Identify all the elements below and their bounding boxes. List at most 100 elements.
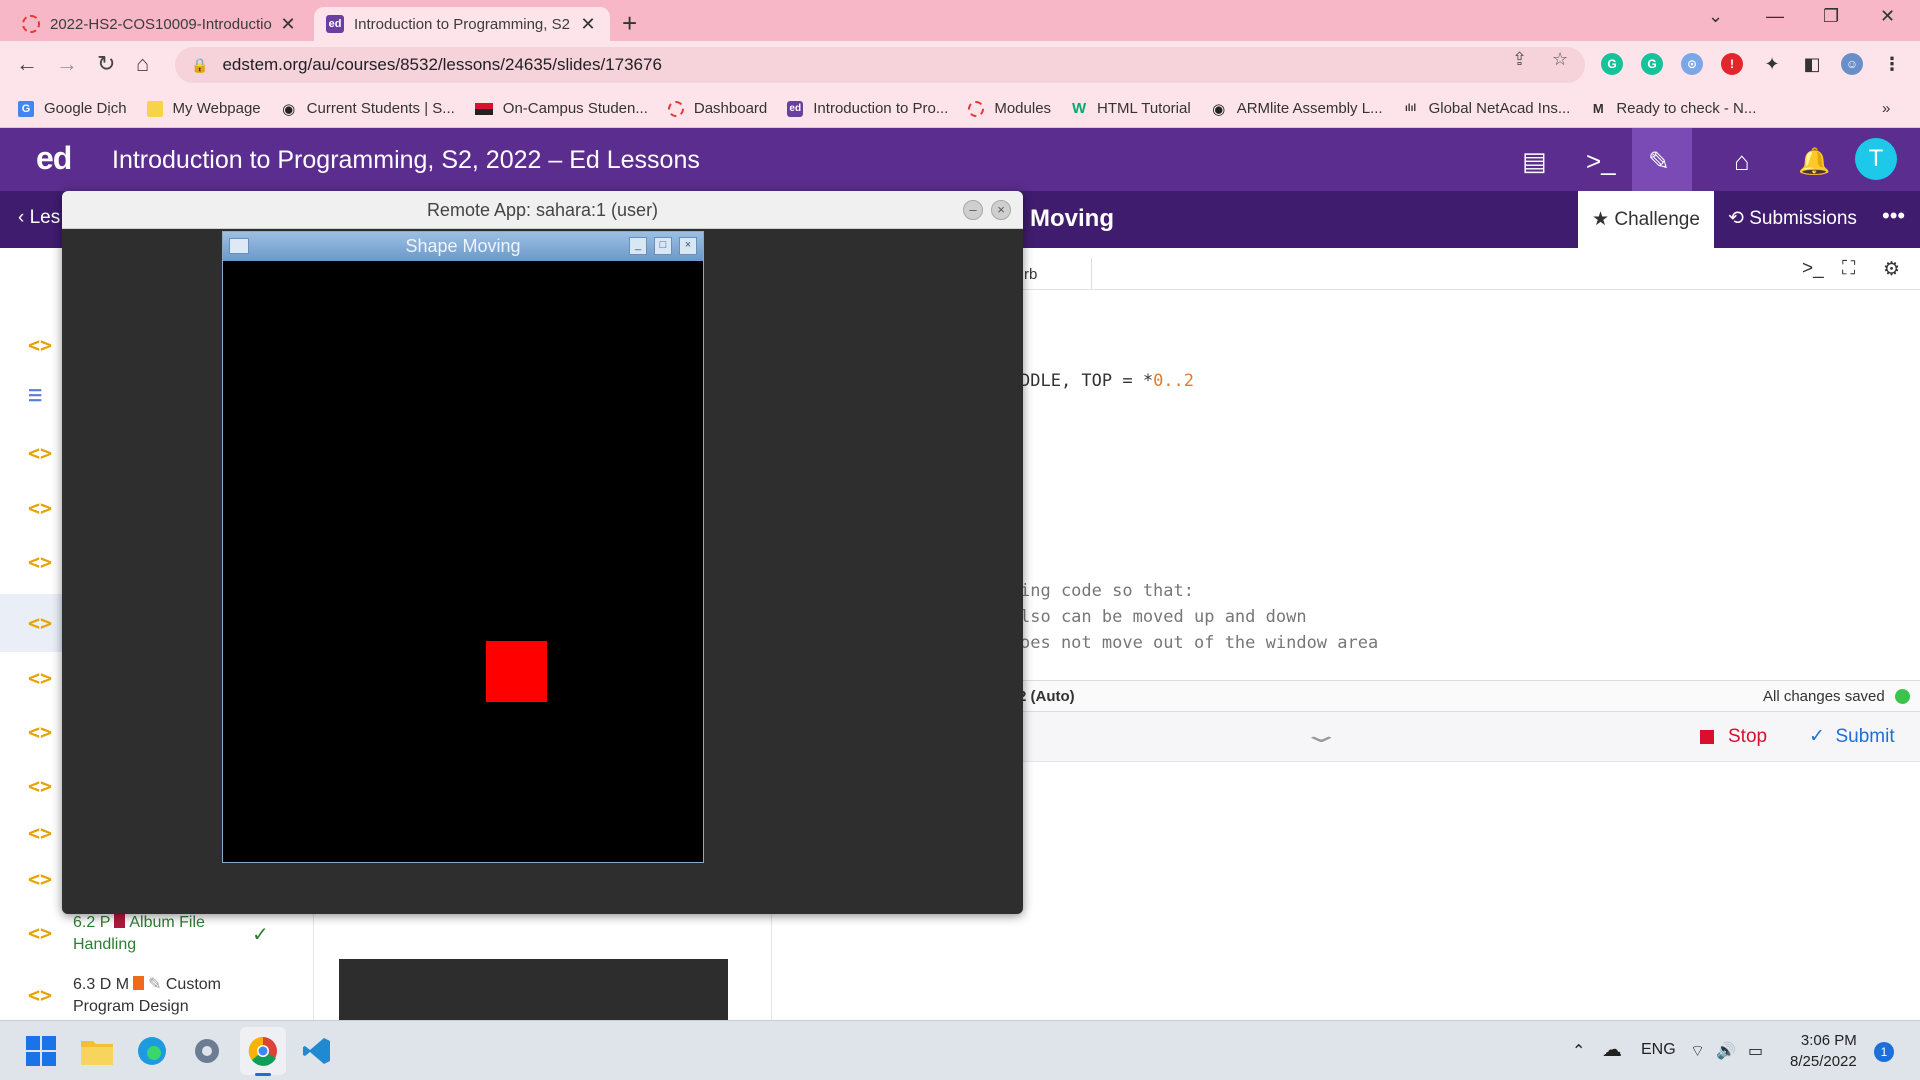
submit-button[interactable]: ✓ Submit xyxy=(1809,725,1895,748)
extension-search-icon[interactable]: ⊙ xyxy=(1681,53,1703,75)
code-slide-icon[interactable]: <> xyxy=(28,496,52,520)
settings-app-icon[interactable] xyxy=(190,1034,224,1068)
windows-start-icon[interactable] xyxy=(24,1034,58,1068)
side-panel-icon[interactable]: ◧ xyxy=(1801,53,1823,75)
shape-maximize-icon[interactable]: □ xyxy=(654,237,672,255)
remote-minimize-icon[interactable]: – xyxy=(963,200,983,220)
bookmark-google-translate[interactable]: G Google Dịch xyxy=(18,100,127,117)
bookmark-modules[interactable]: Modules xyxy=(968,100,1051,117)
input-language[interactable]: ENG xyxy=(1641,1041,1676,1059)
lesson-item-custom-program-design[interactable]: 6.3 D M ✎ Custom Program Design xyxy=(73,974,293,1018)
code-slide-icon[interactable]: <> xyxy=(28,774,52,798)
code-slide-icon[interactable]: <> xyxy=(28,983,52,1007)
lessons-icon[interactable]: ✎ xyxy=(1648,146,1670,177)
reload-icon[interactable]: ↻ xyxy=(97,51,115,77)
user-avatar[interactable]: T xyxy=(1855,138,1897,180)
minimize-window-icon[interactable]: — xyxy=(1766,6,1784,27)
grammarly-alt-icon[interactable]: G xyxy=(1641,53,1663,75)
notification-badge[interactable]: 1 xyxy=(1874,1042,1894,1062)
file-tab[interactable]: rb xyxy=(1012,258,1092,290)
file-explorer-icon[interactable] xyxy=(80,1034,114,1068)
bookmark-on-campus[interactable]: On-Campus Studen... xyxy=(474,100,648,117)
code-slide-icon[interactable]: <> xyxy=(28,666,52,690)
profile-avatar-icon[interactable]: ☺ xyxy=(1841,53,1863,75)
back-to-lessons-link[interactable]: ‹ Les xyxy=(18,207,60,229)
chrome-menu-icon[interactable]: ⋮ xyxy=(1881,53,1903,75)
extensions-puzzle-icon[interactable]: ✦ xyxy=(1761,53,1783,75)
address-bar[interactable]: 🔒 edstem.org/au/courses/8532/lessons/246… xyxy=(175,47,1585,83)
more-bookmarks-icon[interactable]: » xyxy=(1882,100,1890,117)
edge-browser-icon[interactable] xyxy=(135,1034,169,1068)
remote-app-window[interactable]: Remote App: sahara:1 (user) – × Shape Mo… xyxy=(62,191,1023,914)
browser-tab-ed[interactable]: ed Introduction to Programming, S2 ✕ xyxy=(314,7,610,41)
shape-moving-window[interactable]: Shape Moving _ □ × xyxy=(222,231,704,863)
red-square-shape[interactable] xyxy=(486,641,547,702)
shape-window-titlebar[interactable]: Shape Moving _ □ × xyxy=(223,232,703,261)
tab-challenge[interactable]: ★ Challenge xyxy=(1578,191,1714,248)
new-tab-icon[interactable]: + xyxy=(622,8,637,39)
more-options-icon[interactable]: ••• xyxy=(1882,203,1905,229)
wifi-icon[interactable]: ⌔ xyxy=(1690,1041,1705,1061)
notifications-bell-icon[interactable]: 🔔 xyxy=(1798,146,1830,177)
close-tab-icon[interactable]: ✕ xyxy=(278,14,298,35)
terminal-toggle-icon[interactable]: >_ xyxy=(1802,258,1824,280)
code-line[interactable]: DDLE, TOP = *0..2 xyxy=(1020,371,1194,391)
document-slide-icon[interactable]: ☰ xyxy=(28,386,42,405)
lesson-item-album-file-handling[interactable]: 6.2 P Album File Handling xyxy=(73,912,273,956)
share-icon[interactable]: ⇪ xyxy=(1512,49,1527,70)
code-comment-line[interactable]: lso can be moved up and down xyxy=(1020,607,1307,627)
home-icon[interactable]: ⌂ xyxy=(136,51,149,77)
show-hidden-icons-chevron-icon[interactable]: ⌃ xyxy=(1572,1041,1585,1061)
bookmark-current-students[interactable]: ◉ Current Students | S... xyxy=(281,100,455,118)
code-slide-icon[interactable]: <> xyxy=(28,867,52,891)
bookmark-intro-programming[interactable]: ed Introduction to Pro... xyxy=(787,100,948,117)
taskbar-clock[interactable]: 3:06 PM 8/25/2022 xyxy=(1790,1030,1857,1072)
shape-minimize-icon[interactable]: _ xyxy=(629,237,647,255)
code-comment-line[interactable]: oes not move out of the window area xyxy=(1020,633,1378,653)
remote-app-titlebar[interactable]: Remote App: sahara:1 (user) xyxy=(62,191,1023,229)
adblock-icon[interactable]: ! xyxy=(1721,53,1743,75)
bookmark-my-webpage[interactable]: My Webpage xyxy=(146,100,261,117)
close-tab-icon[interactable]: ✕ xyxy=(578,14,598,35)
volume-icon[interactable]: 🔊 xyxy=(1716,1041,1736,1061)
chrome-app-icon[interactable] xyxy=(246,1034,280,1068)
tab-search-chevron-icon[interactable]: ⌄ xyxy=(1708,6,1723,27)
settings-gear-icon[interactable]: ⚙ xyxy=(1883,258,1900,281)
browser-tab-canvas[interactable]: 2022-HS2-COS10009-Introductio ✕ xyxy=(10,7,310,41)
home-nav-icon[interactable]: ⌂ xyxy=(1734,146,1750,177)
code-slide-icon[interactable]: <> xyxy=(28,720,52,744)
forward-icon[interactable]: → xyxy=(56,51,78,77)
code-slide-icon[interactable]: <> xyxy=(28,611,52,635)
grammarly-icon[interactable]: G xyxy=(1601,53,1623,75)
ed-logo[interactable]: ed xyxy=(36,140,72,177)
stop-button[interactable]: Stop xyxy=(1700,726,1767,748)
back-icon[interactable]: ← xyxy=(16,51,38,77)
remote-close-icon[interactable]: × xyxy=(991,200,1011,220)
code-slide-icon[interactable]: <> xyxy=(28,821,52,845)
bookmark-armlite[interactable]: ◉ ARMlite Assembly L... xyxy=(1211,100,1382,118)
code-comment-line[interactable]: ing code so that: xyxy=(1020,581,1194,601)
bookmark-label: Current Students | S... xyxy=(306,100,455,117)
bookmark-html-tutorial[interactable]: W HTML Tutorial xyxy=(1071,100,1191,117)
code-slide-icon[interactable]: <> xyxy=(28,333,52,357)
battery-icon[interactable]: ▭ xyxy=(1748,1041,1763,1061)
bookmark-dashboard[interactable]: Dashboard xyxy=(667,100,767,117)
code-slide-icon[interactable]: <> xyxy=(28,550,52,574)
vscode-app-icon[interactable] xyxy=(300,1034,334,1068)
restore-window-icon[interactable]: ❐ xyxy=(1823,6,1839,27)
shape-close-icon[interactable]: × xyxy=(679,237,697,255)
collapse-chevron-icon[interactable]: ⌄ xyxy=(1301,722,1342,748)
code-slide-icon[interactable]: <> xyxy=(28,441,52,465)
onedrive-cloud-icon[interactable]: ☁ xyxy=(1602,1037,1622,1062)
bookmark-netacad[interactable]: ılıl Global NetAcad Ins... xyxy=(1403,100,1570,117)
language-status[interactable]: 2 (Auto) xyxy=(1018,688,1075,705)
terminal-icon[interactable]: >_ xyxy=(1586,146,1616,177)
code-slide-icon[interactable]: <> xyxy=(28,921,52,945)
fullscreen-icon[interactable]: ⛶ xyxy=(1842,258,1855,280)
tab-submissions[interactable]: ⟲ Submissions xyxy=(1728,207,1857,230)
close-window-icon[interactable]: ✕ xyxy=(1880,6,1895,27)
bookmark-ready-to-check[interactable]: M Ready to check - N... xyxy=(1590,100,1756,117)
bookmark-label: My Webpage xyxy=(172,100,261,117)
discussion-icon[interactable]: ▤ xyxy=(1522,146,1547,177)
bookmark-star-icon[interactable]: ☆ xyxy=(1552,49,1568,70)
